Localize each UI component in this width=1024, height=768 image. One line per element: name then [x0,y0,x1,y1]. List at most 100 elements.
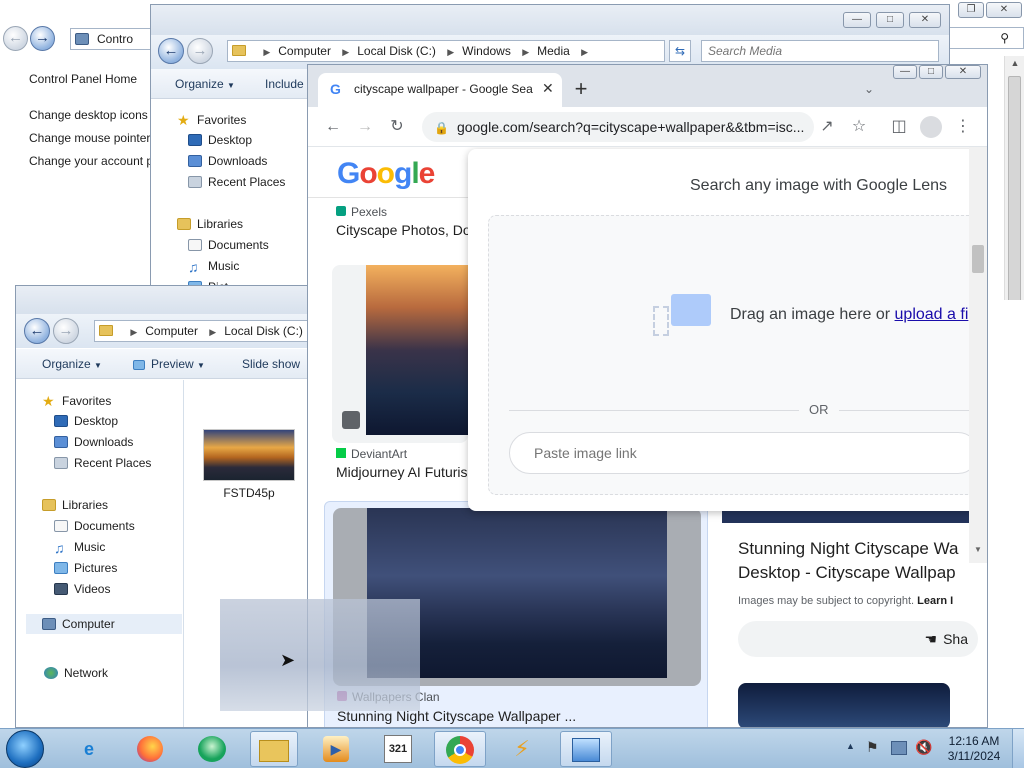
tab-close-icon[interactable]: ✕ [542,80,554,97]
action-center-flag-icon[interactable]: ⚑ [866,739,879,756]
cp-link-account[interactable]: Change your account p [29,154,153,168]
refresh-button[interactable]: ⇆ [669,40,691,62]
file-name[interactable]: FSTD45p [203,486,295,500]
crumb-computer[interactable]: Computer [145,324,198,338]
control-panel-search[interactable]: ⚲ [948,27,1024,49]
lens-drop-zone[interactable]: Drag an image here or upload a fi OR [488,215,987,495]
upload-file-link[interactable]: upload a fi [895,306,969,323]
nav-favorites[interactable]: ★ Favorites [42,393,111,409]
back-button[interactable]: ← [24,318,50,344]
show-hidden-icons-arrow[interactable]: ▲ [846,741,855,751]
chrome-icon[interactable] [434,731,486,767]
nav-libraries[interactable]: Libraries [42,498,108,512]
reload-icon[interactable]: ↻ [385,115,409,139]
nav-network-link[interactable]: Network [44,666,108,680]
minimize-button[interactable]: — [893,65,917,79]
forward-arrow-icon[interactable]: → [353,115,377,139]
clock[interactable]: 12:16 AM 3/11/2024 [944,734,1004,764]
restore-button[interactable]: ❐ [958,2,984,18]
nav-downloads[interactable]: Downloads [188,154,267,168]
nav-computer[interactable]: Computer [26,614,182,634]
forward-button[interactable]: → [53,318,79,344]
search-input[interactable] [701,40,939,62]
nav-pictures[interactable]: Pictures [54,561,117,575]
nav-recent-places[interactable]: Recent Places [54,456,151,470]
nav-music[interactable]: ♫ Music [188,259,239,275]
result-source-pexels[interactable]: Pexels [336,205,387,219]
google-logo[interactable]: Google [337,157,435,191]
result-thumb-deviantart[interactable] [332,265,468,443]
media-player-icon[interactable]: ▶ [316,731,356,767]
calendar-app-icon[interactable]: 321 [378,731,418,767]
crumb-media[interactable]: Media [537,44,570,58]
new-tab-button[interactable]: + [569,77,593,101]
forward-button[interactable]: → [30,26,55,51]
scroll-down-arrow[interactable]: ▼ [969,545,987,554]
nav-desktop[interactable]: Desktop [188,133,252,147]
network-tray-icon[interactable] [891,741,907,755]
address-bar[interactable]: ▶Computer ▶Local Disk (C:) ▶ [94,320,314,342]
crumb-local-disk[interactable]: Local Disk (C:) [357,44,436,58]
scroll-thumb[interactable] [972,245,984,273]
crumb-computer[interactable]: Computer [278,44,331,58]
nav-libraries[interactable]: Libraries [177,217,243,231]
bookmark-star-icon[interactable]: ☆ [847,115,871,139]
nav-favorites[interactable]: ★ Favorites [177,112,246,128]
scroll-up-arrow[interactable]: ▲ [1005,58,1024,68]
cp-link-desktop-icons[interactable]: Change desktop icons [29,108,148,122]
back-arrow-icon[interactable]: ← [321,115,345,139]
share-button[interactable]: ☚ Sha [738,621,978,657]
paste-image-link-input[interactable] [509,432,979,474]
page-scrollbar[interactable]: ▼ [969,147,987,563]
browser-tab[interactable]: G cityscape wallpaper - Google Sea ✕ [318,73,562,107]
chrome-menu-icon[interactable]: ⋮ [951,115,975,139]
file-thumbnail[interactable] [203,429,295,481]
side-panel-icon[interactable]: ◫ [887,115,911,139]
tab-search-chevron-icon[interactable]: ⌄ [857,77,881,101]
scrollbar[interactable]: ▲ [1004,56,1024,300]
winamp-icon[interactable]: ⚡ [502,731,542,767]
organize-menu[interactable]: Organize ▼ [175,77,235,91]
omnibox[interactable]: 🔒 google.com/search?q=cityscape+wallpaper… [422,112,814,142]
crumb-local-disk[interactable]: Local Disk (C:) [224,324,303,338]
maximize-button[interactable]: □ [919,65,943,79]
result-title-pexels[interactable]: Cityscape Photos, Do [336,222,471,238]
crumb-windows[interactable]: Windows [462,44,511,58]
close-button[interactable]: ✕ [945,65,981,79]
slideshow-button[interactable]: Slide show [242,357,300,371]
learn-more-link[interactable]: Learn I [917,595,953,607]
control-panel-icon[interactable] [560,731,612,767]
result-title-deviantart[interactable]: Midjourney AI Futuris [336,464,468,480]
nav-documents[interactable]: Documents [54,519,135,533]
nav-recent-places[interactable]: Recent Places [188,175,285,189]
volume-muted-icon[interactable]: 🔇 [915,739,932,756]
nav-desktop[interactable]: Desktop [54,414,118,428]
nav-documents[interactable]: Documents [188,238,269,252]
share-icon[interactable]: ↗ [815,115,839,139]
nav-videos[interactable]: Videos [54,582,110,596]
cp-link-mouse-pointer[interactable]: Change mouse pointer [29,131,150,145]
scroll-thumb[interactable] [1008,76,1021,300]
organize-menu[interactable]: Organize ▼ [42,357,102,371]
nav-music[interactable]: ♫ Music [54,540,105,556]
nav-downloads[interactable]: Downloads [54,435,133,449]
address-bar[interactable]: ▶ Computer ▶ Local Disk (C:) ▶ Windows ▶ Med… [227,40,665,62]
result-source-deviantart[interactable]: DeviantArt [336,447,407,461]
firefox-icon[interactable] [130,731,170,767]
minimize-button[interactable]: — [843,12,871,28]
related-image[interactable] [738,683,950,727]
back-button[interactable]: ← [158,38,184,64]
close-button[interactable]: ✕ [909,12,941,28]
back-button[interactable]: ← [3,26,28,51]
start-button[interactable] [6,730,44,768]
cp-link-home[interactable]: Control Panel Home [29,72,137,86]
preview-title[interactable]: Stunning Night Cityscape Wa Desktop - Ci… [738,537,958,585]
forward-button[interactable]: → [187,38,213,64]
preview-menu[interactable]: Preview ▼ [133,357,205,371]
internet-explorer-icon[interactable]: e [69,731,109,767]
include-menu[interactable]: Include [265,77,304,91]
address-bar[interactable]: Contro [70,28,160,50]
profile-avatar[interactable] [920,116,942,138]
close-button[interactable]: ✕ [986,2,1022,18]
show-desktop-button[interactable] [1012,729,1024,768]
